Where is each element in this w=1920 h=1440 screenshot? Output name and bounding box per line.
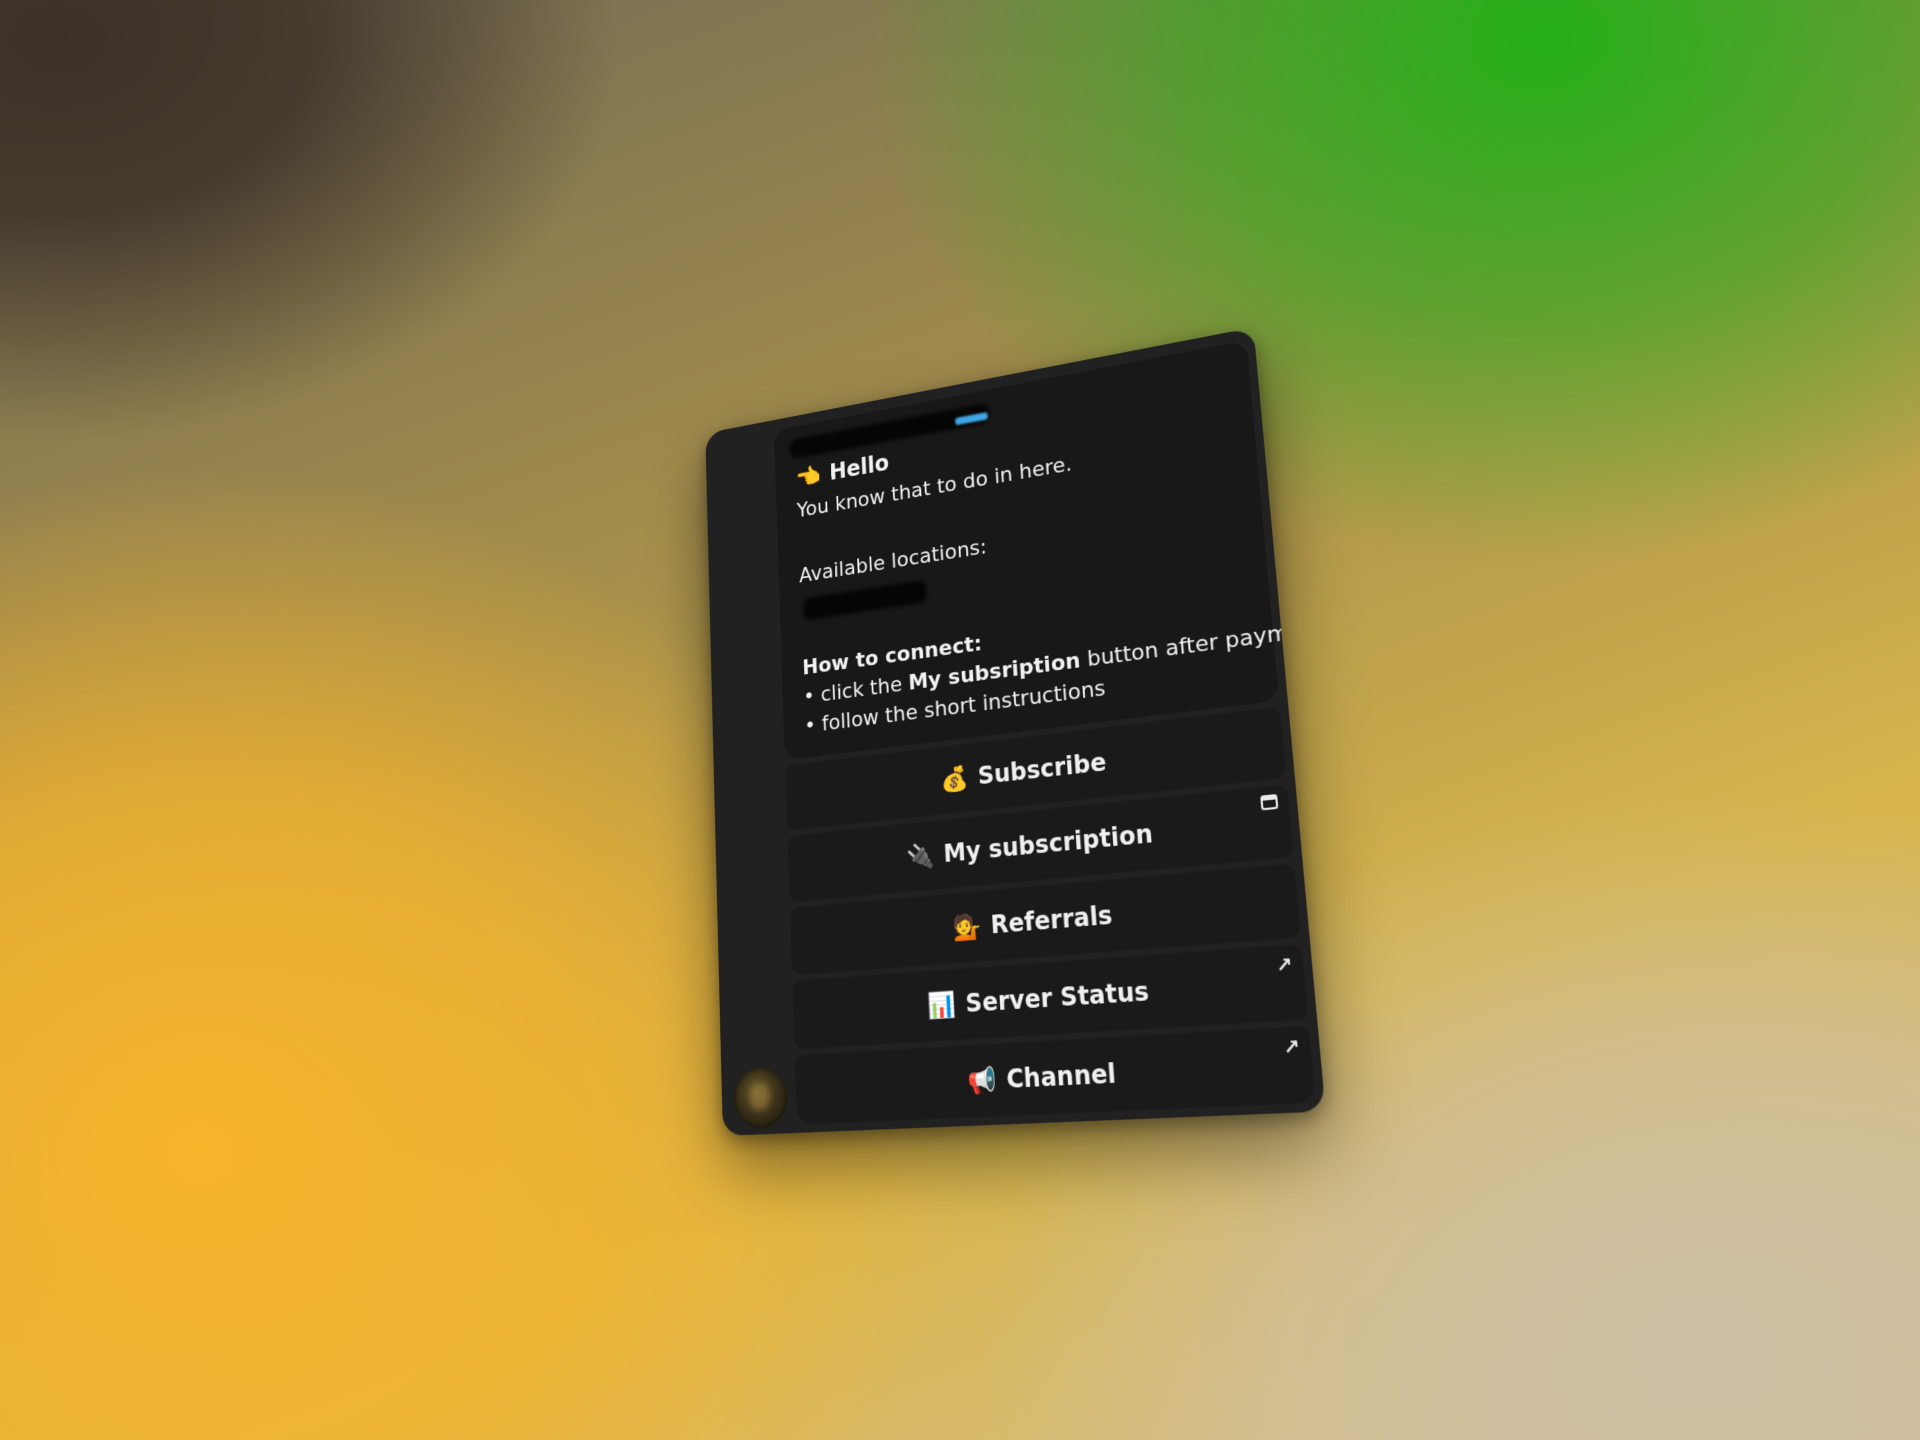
bar-chart-icon: 📊 <box>927 989 957 1021</box>
external-link-arrow-icon: ↗ <box>1282 1035 1301 1060</box>
referrals-button-label: Referrals <box>989 900 1114 940</box>
money-bag-icon: 💰 <box>940 763 970 795</box>
channel-button-label: Channel <box>1005 1058 1117 1095</box>
chat-panel: 👈 Hello You know that to do in here. Avai… <box>705 327 1326 1136</box>
pointing-hand-icon: 👈 <box>795 461 822 492</box>
locations-label: Available locations: <box>798 535 988 589</box>
greeting-text: Hello <box>828 449 890 486</box>
my-subscription-button-label: My subscription <box>942 819 1154 869</box>
subscribe-button-label: Subscribe <box>977 747 1108 791</box>
megaphone-icon: 📢 <box>966 1065 998 1097</box>
background: 👈 Hello You know that to do in here. Avai… <box>0 0 1920 1440</box>
sender-name-redacted <box>789 402 990 460</box>
plug-icon: 🔌 <box>906 841 935 872</box>
person-icon: 💁 <box>952 911 982 943</box>
bot-message-bubble: 👈 Hello You know that to do in here. Avai… <box>773 340 1326 760</box>
web-app-icon <box>1260 793 1279 811</box>
server-status-button-label: Server Status <box>964 976 1151 1019</box>
bot-avatar[interactable] <box>733 1065 789 1130</box>
bullet1-suffix: button after payment <box>1079 614 1326 674</box>
external-link-arrow-icon: ↗ <box>1275 953 1294 978</box>
inline-keyboard: 💰 Subscribe 🔌 My subscription 💁 Referral… <box>785 706 1316 1131</box>
